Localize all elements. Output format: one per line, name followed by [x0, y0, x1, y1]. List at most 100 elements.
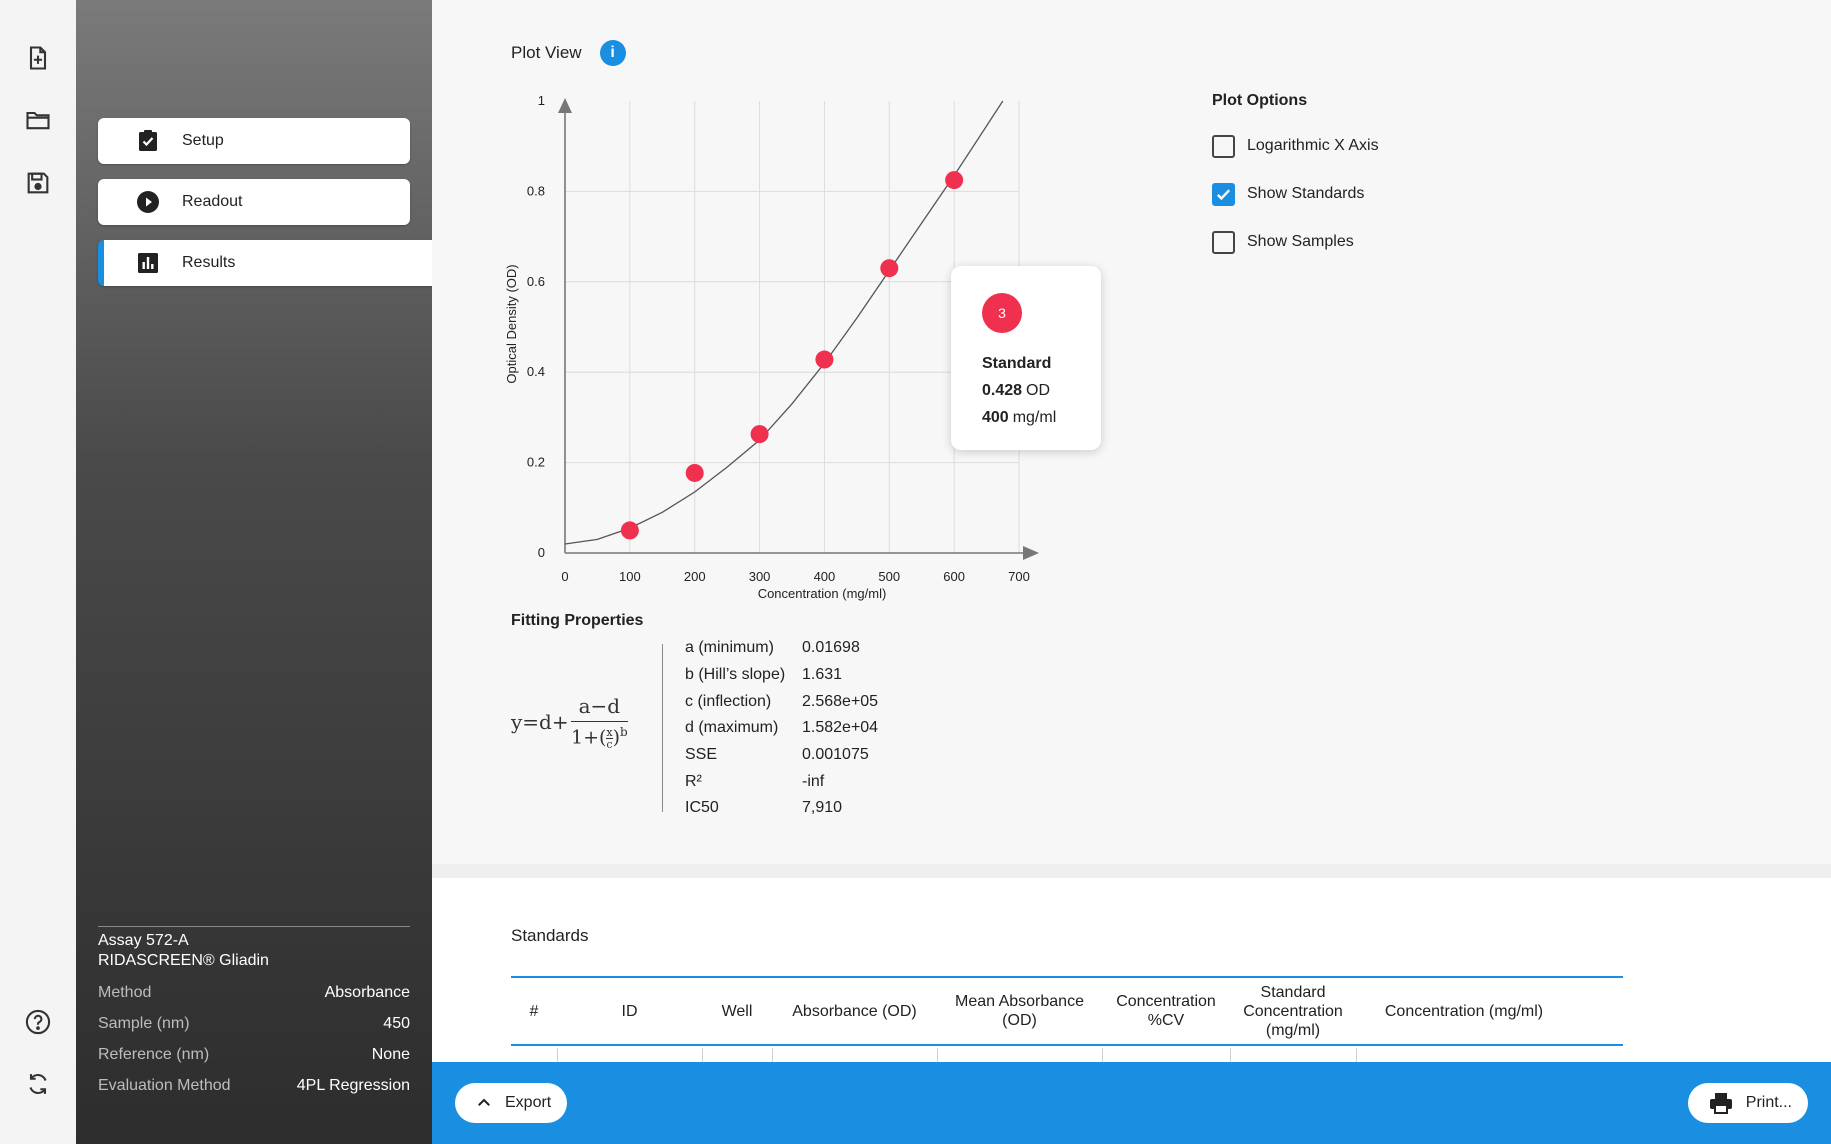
- x-tick-label: 100: [619, 569, 641, 584]
- fit-row: R² -inf: [685, 768, 878, 795]
- tooltip-od-unit: OD: [1026, 382, 1051, 399]
- tooltip-kind: Standard: [982, 355, 1052, 372]
- nav-results-label: Results: [182, 254, 236, 271]
- bar-chart-icon: [136, 251, 160, 275]
- folder-icon[interactable]: [22, 104, 54, 136]
- option-log-x-axis[interactable]: Logarithmic X Axis: [1212, 134, 1379, 158]
- meta-value: 4PL Regression: [296, 1077, 410, 1094]
- icon-rail: [0, 0, 76, 1144]
- tooltip-conc-unit: mg/ml: [1012, 409, 1057, 426]
- footer-bar: Export Print...: [432, 1062, 1831, 1144]
- table-body-top: [511, 1048, 1623, 1062]
- fit-key: R²: [685, 772, 702, 790]
- column-divider: [557, 1048, 558, 1062]
- checkbox-unchecked-icon[interactable]: [1212, 134, 1235, 158]
- assay-info: Assay 572-A RIDASCREEN® Gliadin Method Ab…: [98, 926, 410, 1101]
- y-tick-label: 1: [538, 93, 545, 108]
- export-button[interactable]: Export: [455, 1083, 568, 1123]
- print-label: Print...: [1745, 1094, 1792, 1111]
- sidebar: Setup Readout Results Assay 572-A RIDASC…: [76, 0, 432, 1144]
- y-tick-label: 0: [538, 545, 545, 560]
- x-axis-label: Concentration (mg/ml): [758, 586, 887, 601]
- y-axis-label: Optical Density (OD): [504, 264, 519, 383]
- fit-properties-table: a (minimum) 0.01698 b (Hill’s slope) 1.631…: [685, 635, 878, 822]
- point-tooltip: 3 Standard 0.428 OD 400 mg/ml: [951, 266, 1101, 450]
- fit-row: c (inflection) 2.568e+05: [685, 688, 878, 715]
- formula-close: ): [612, 726, 621, 749]
- x-tick-label: 700: [1008, 569, 1030, 584]
- meta-key: Method: [98, 984, 152, 1001]
- option-show-standards[interactable]: Show Standards: [1212, 182, 1379, 206]
- standard-point: [685, 463, 704, 482]
- tooltip-conc-value: 400: [982, 409, 1009, 426]
- column-header[interactable]: Concentration (mg/ml): [1356, 978, 1572, 1044]
- x-tick-label: 200: [684, 569, 706, 584]
- column-header[interactable]: Standard Concentration (mg/ml): [1230, 978, 1356, 1044]
- column-header[interactable]: Absorbance (OD): [772, 978, 937, 1044]
- meta-value: Absorbance: [324, 984, 410, 1001]
- assay-meta-row: Method Absorbance: [98, 977, 410, 1008]
- chevron-up-icon: [478, 1098, 490, 1106]
- column-header[interactable]: Mean Absorbance (OD): [937, 978, 1102, 1044]
- fit-key: b (Hill’s slope): [685, 666, 786, 684]
- fit-row: IC50 7,910: [685, 795, 878, 822]
- option-show-samples[interactable]: Show Samples: [1212, 230, 1379, 254]
- standard-point: [750, 425, 769, 444]
- column-header[interactable]: #: [511, 978, 557, 1044]
- section-divider: [432, 864, 1831, 878]
- column-header[interactable]: ID: [557, 978, 702, 1044]
- column-divider: [772, 1048, 773, 1062]
- standard-point: [620, 521, 639, 540]
- x-axis-arrow-icon: [1023, 546, 1039, 560]
- fit-row: a (minimum) 0.01698: [685, 635, 878, 662]
- fit-divider: [662, 644, 663, 812]
- standard-point: [945, 171, 964, 190]
- formula-den-base: 1+(: [570, 726, 607, 749]
- nav-readout-button[interactable]: Readout: [98, 179, 410, 225]
- nav-setup-button[interactable]: Setup: [98, 118, 410, 164]
- assay-kit: RIDASCREEN® Gliadin: [98, 952, 269, 969]
- save-icon[interactable]: [22, 167, 54, 199]
- refresh-icon[interactable]: [22, 1068, 54, 1100]
- help-icon[interactable]: [22, 1006, 54, 1038]
- fit-value: 1.582e+04: [802, 719, 879, 737]
- fit-value: 2.568e+05: [802, 692, 879, 710]
- fit-key: SSE: [685, 746, 718, 764]
- fit-formula: y=d+ a−d 1+(x c)b: [511, 694, 629, 750]
- file-add-icon[interactable]: [22, 42, 54, 74]
- formula-denominator: 1+(x c)b: [571, 722, 628, 750]
- fit-value: 0.001075: [802, 746, 869, 764]
- y-tick-label: 0.2: [527, 455, 545, 470]
- x-tick-label: 400: [814, 569, 836, 584]
- y-tick-label: 0.8: [527, 183, 545, 198]
- column-header[interactable]: Concentration %CV: [1102, 978, 1230, 1044]
- fit-row: b (Hill’s slope) 1.631: [685, 662, 878, 689]
- print-button[interactable]: Print...: [1687, 1083, 1808, 1123]
- checkbox-checked-icon[interactable]: [1212, 182, 1235, 206]
- clipboard-check-icon: [136, 129, 160, 153]
- column-divider: [702, 1048, 703, 1062]
- x-tick-label: 0: [561, 569, 568, 584]
- y-tick-label: 0.4: [527, 364, 545, 379]
- formula-exponent: b: [620, 725, 628, 739]
- tooltip-badge: 3: [982, 293, 1022, 333]
- fit-value: -inf: [802, 772, 825, 790]
- main-panel: Plot View i 0 100 200 300 400 500 600 700 0 0.2 0.…: [432, 0, 1831, 1062]
- x-tick-label: 300: [749, 569, 771, 584]
- x-tick-label: 500: [878, 569, 900, 584]
- nav-setup-label: Setup: [182, 132, 224, 149]
- checkbox-unchecked-icon[interactable]: [1212, 230, 1235, 254]
- meta-key: Reference (nm): [98, 1046, 210, 1063]
- column-divider: [1356, 1048, 1357, 1062]
- fit-value: 0.01698: [802, 639, 860, 657]
- fit-key: c (inflection): [685, 692, 772, 710]
- meta-key: Evaluation Method: [98, 1077, 231, 1094]
- column-header[interactable]: Well: [702, 978, 772, 1044]
- play-circle-icon: [136, 190, 160, 214]
- y-tick-label: 0.6: [527, 274, 545, 289]
- assay-meta-row: Evaluation Method 4PL Regression: [98, 1070, 410, 1101]
- fit-key: d (maximum): [685, 719, 779, 737]
- assay-name: Assay 572-A: [98, 932, 189, 949]
- nav-results-button[interactable]: Results: [98, 240, 432, 286]
- fit-value: 7,910: [802, 799, 843, 817]
